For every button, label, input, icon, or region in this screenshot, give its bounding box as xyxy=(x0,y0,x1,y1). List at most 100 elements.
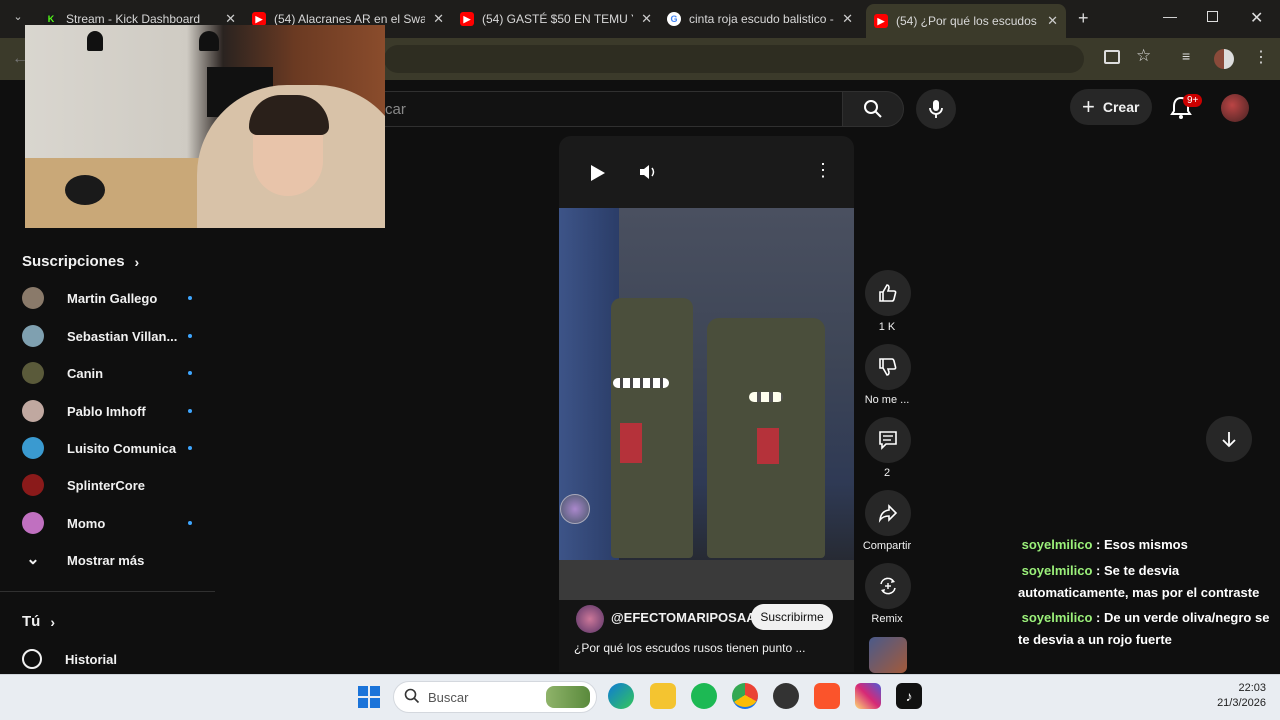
sidebar-subscription-item[interactable]: Sebastian Villan... xyxy=(22,321,192,351)
close-tab-icon[interactable]: ✕ xyxy=(641,11,652,27)
subscriptions-header[interactable]: Suscripciones › xyxy=(22,253,139,270)
browser-tab-youtube-temu[interactable]: ▶ (54) GASTÉ $50 EN TEMU Y ✕ xyxy=(460,6,652,32)
dislike-label: No me ... xyxy=(864,394,910,406)
tiktok-icon[interactable]: ♪ xyxy=(896,683,922,709)
new-content-dot xyxy=(188,409,192,413)
share-arrow-icon xyxy=(878,504,898,523)
next-short-button[interactable] xyxy=(1206,416,1252,462)
chevron-right-icon: › xyxy=(134,253,140,270)
account-avatar[interactable] xyxy=(1221,94,1249,122)
bookmark-star-icon[interactable]: ☆ xyxy=(1136,46,1151,66)
new-content-dot xyxy=(188,371,192,375)
install-app-icon[interactable] xyxy=(1104,50,1120,64)
notification-badge: 9+ xyxy=(1183,94,1203,107)
dislike-button[interactable] xyxy=(865,344,911,390)
youtube-icon: ▶ xyxy=(252,12,266,26)
chevron-down-icon: ⌄ xyxy=(26,551,40,568)
chrome-icon[interactable] xyxy=(732,683,758,709)
browser-tab-youtube-active[interactable]: ▶ (54) ¿Por qué los escudos ru ✕ xyxy=(866,4,1066,38)
like-button[interactable] xyxy=(865,270,911,316)
browser-tab-google-search[interactable]: G cinta roja escudo balistico - ✕ xyxy=(667,6,853,32)
chat-text: Esos mismos xyxy=(1104,537,1188,552)
address-bar[interactable] xyxy=(384,45,1084,73)
short-video-frame[interactable] xyxy=(559,208,854,600)
reading-list-icon[interactable]: ≡ xyxy=(1182,48,1190,64)
sidebar-item-history[interactable]: Historial xyxy=(22,644,192,674)
search-placeholder: car xyxy=(385,100,406,118)
channel-avatar[interactable] xyxy=(576,605,604,633)
windows-taskbar xyxy=(0,674,1280,720)
channel-avatar xyxy=(22,287,44,309)
sidebar-subscription-item[interactable]: Momo xyxy=(22,508,192,538)
taskbar-search[interactable]: Buscar xyxy=(393,681,597,713)
obs-icon[interactable] xyxy=(773,683,799,709)
youtube-icon: ▶ xyxy=(874,14,888,28)
channel-avatar xyxy=(22,362,44,384)
chat-username: soyelmilico xyxy=(1021,610,1093,625)
channel-handle[interactable]: @EFECTOMARIPOSAA xyxy=(611,610,756,625)
maximize-button[interactable] xyxy=(1207,11,1218,22)
create-button[interactable]: + Crear xyxy=(1070,89,1152,125)
play-icon[interactable] xyxy=(589,164,607,182)
sidebar-subscription-item[interactable]: SplinterCore xyxy=(22,470,192,500)
subscribe-button[interactable]: Suscribirme xyxy=(751,604,833,630)
short-title[interactable]: ¿Por qué los escudos rusos tienen punto … xyxy=(574,641,830,655)
comment-icon xyxy=(879,431,897,450)
show-more-button[interactable]: ⌄ Mostrar más xyxy=(22,545,192,575)
instagram-icon[interactable] xyxy=(855,683,881,709)
search-button[interactable] xyxy=(842,91,904,127)
file-explorer-icon[interactable] xyxy=(650,683,676,709)
channel-avatar xyxy=(22,512,44,534)
youtube-icon: ▶ xyxy=(460,12,474,26)
remix-icon xyxy=(880,577,896,595)
short-player-controls: ⋮ xyxy=(559,136,854,208)
search-icon xyxy=(404,688,420,704)
profile-avatar[interactable] xyxy=(1214,49,1234,69)
remix-button[interactable] xyxy=(865,563,911,609)
sidebar-divider xyxy=(0,591,215,592)
search-input[interactable]: car xyxy=(384,91,842,127)
chat-username: soyelmilico xyxy=(1021,537,1093,552)
channel-avatar xyxy=(22,474,44,496)
sidebar-subscription-item[interactable]: Canin xyxy=(22,358,192,388)
share-label: Compartir xyxy=(862,540,912,552)
sidebar-subscription-item[interactable]: Pablo Imhoff xyxy=(22,396,192,426)
chat-message: soyelmilico : Esos mismos xyxy=(1021,537,1188,552)
voice-search-button[interactable] xyxy=(916,89,956,129)
close-tab-icon[interactable]: ✕ xyxy=(1047,13,1058,29)
streamer-webcam xyxy=(25,25,385,228)
like-count: 1 K xyxy=(878,321,896,333)
taskbar-clock[interactable]: 22:03 21/3/2026 xyxy=(1196,681,1266,711)
new-tab-button[interactable]: + xyxy=(1078,8,1089,29)
comment-count: 2 xyxy=(883,467,891,479)
comments-button[interactable] xyxy=(865,417,911,463)
search-icon xyxy=(864,100,882,118)
microphone-icon xyxy=(929,100,943,118)
you-section-header[interactable]: Tú › xyxy=(22,613,55,630)
share-button[interactable] xyxy=(865,490,911,536)
spotify-icon[interactable] xyxy=(691,683,717,709)
new-content-dot xyxy=(188,521,192,525)
sidebar-subscription-item[interactable]: Luisito Comunica xyxy=(22,433,192,463)
minimize-button[interactable]: — xyxy=(1163,8,1177,24)
edge-icon[interactable] xyxy=(608,683,634,709)
new-content-dot xyxy=(188,446,192,450)
close-tab-icon[interactable]: ✕ xyxy=(842,11,853,27)
audio-source-thumbnail[interactable] xyxy=(869,637,907,673)
chevron-right-icon: › xyxy=(50,613,55,630)
arrow-down-icon xyxy=(1222,432,1236,448)
chat-message: soyelmilico : Se te desvia automaticamen… xyxy=(1018,563,1260,600)
chat-username: soyelmilico xyxy=(1021,563,1093,578)
close-window-button[interactable]: ✕ xyxy=(1250,8,1263,28)
sidebar-subscription-item[interactable]: Martin Gallego xyxy=(22,283,192,313)
channel-avatar xyxy=(22,400,44,422)
google-icon: G xyxy=(667,12,681,26)
windows-start-icon[interactable] xyxy=(358,686,380,708)
brave-icon[interactable] xyxy=(814,683,840,709)
close-tab-icon[interactable]: ✕ xyxy=(433,11,444,27)
channel-avatar xyxy=(22,437,44,459)
volume-icon[interactable] xyxy=(639,163,657,181)
more-options-icon[interactable]: ⋮ xyxy=(814,160,832,181)
thumbs-up-icon xyxy=(879,284,897,302)
browser-menu-icon[interactable]: ⋮ xyxy=(1253,47,1269,67)
